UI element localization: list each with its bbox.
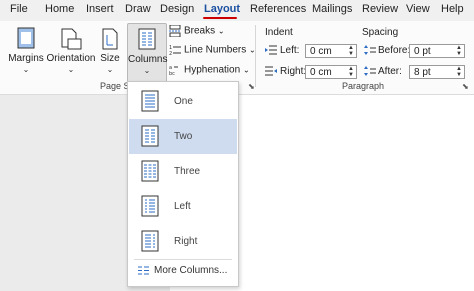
stepper-arrows-icon[interactable]: ▲ ▼ [348,66,354,78]
two-columns-icon [141,125,159,147]
breaks-icon [169,24,181,38]
orientation-button[interactable]: Orientation ⌄ [46,23,96,89]
columns-label: Columns [128,54,168,65]
menu-item-label: One [174,96,193,107]
tab-references[interactable]: References [250,3,306,15]
breaks-button[interactable]: Breaks ⌄ [169,24,225,38]
svg-text:bc: bc [169,71,175,76]
chevron-down-icon: ⌄ [106,65,114,74]
dialog-launcher-icon[interactable]: ⬊ [248,82,255,91]
size-icon [102,28,118,50]
menu-item-one[interactable]: One [129,84,237,119]
dialog-launcher-icon[interactable]: ⬊ [462,82,469,91]
margins-icon [17,27,35,49]
line-numbers-label: Line Numbers [184,44,247,56]
indent-right-label: Right: [280,66,307,77]
ribbon-tab-bar: File Home Insert Draw Design Layout Refe… [0,0,474,20]
spacing-after-label: After: [378,66,402,77]
spacing-after-value: 8 pt [414,67,431,78]
line-numbers-icon: 1 2 [169,45,181,57]
columns-icon [138,28,156,50]
menu-item-right[interactable]: Right [129,224,237,259]
hyphenation-label: Hyphenation [184,64,241,76]
svg-text:2: 2 [169,51,172,56]
menu-item-two[interactable]: Two [129,119,237,154]
chevron-down-icon: ⌄ [67,65,75,74]
line-numbers-button[interactable]: 1 2 Line Numbers ⌄ [169,44,256,57]
hyphenation-icon: a bc [169,65,178,77]
active-tab-indicator [203,17,237,19]
chevron-down-icon: ⌄ [22,65,30,74]
indent-left-value: 0 cm [310,46,332,57]
right-column-icon [141,230,159,252]
margins-button[interactable]: Margins ⌄ [6,23,46,89]
spacing-before-value: 0 pt [414,46,431,57]
breaks-label: Breaks [184,25,216,37]
menu-item-three[interactable]: Three [129,154,237,189]
size-button[interactable]: Size ⌄ [96,23,124,89]
orientation-icon [61,28,82,50]
chevron-down-icon: ⌄ [242,65,250,75]
more-columns-icon [138,266,149,275]
spacing-before-icon [364,45,376,55]
tab-file[interactable]: File [10,3,28,15]
size-label: Size [100,53,120,64]
columns-dropdown-menu: One Two Three Left Right More Columns... [127,81,239,287]
menu-divider [134,259,232,260]
menu-item-label: Right [174,236,198,247]
indent-left-label: Left: [280,45,300,56]
chevron-down-icon: ⌄ [143,66,151,75]
spacing-after-icon [364,66,376,76]
tab-home[interactable]: Home [45,3,74,15]
menu-item-left[interactable]: Left [129,189,237,224]
spacing-title: Spacing [362,27,399,38]
stepper-arrows-icon[interactable]: ▲ ▼ [456,66,462,78]
tab-mailings[interactable]: Mailings [312,3,352,15]
tab-help[interactable]: Help [441,3,464,15]
margins-label: Margins [8,53,44,64]
indent-left-stepper[interactable]: 0 cm ▲ ▼ [305,44,357,58]
spacing-before-stepper[interactable]: 0 pt ▲ ▼ [409,44,465,58]
spacing-before-label: Before: [378,45,411,56]
tab-design[interactable]: Design [160,3,194,15]
tab-draw[interactable]: Draw [125,3,151,15]
tab-review[interactable]: Review [362,3,398,15]
indent-right-stepper[interactable]: 0 cm ▲ ▼ [305,65,357,79]
more-columns-label: More Columns... [154,265,228,276]
page-setup-group-label: Page S [100,81,130,91]
hyphenation-button[interactable]: a bc Hyphenation ⌄ [169,64,250,77]
indent-right-icon [265,66,277,76]
tab-view[interactable]: View [406,3,430,15]
left-column-icon [141,195,159,217]
chevron-down-icon: ⌄ [217,26,225,36]
paragraph-group-label: Paragraph [342,81,385,91]
menu-item-label: Two [174,131,193,142]
orientation-label: Orientation [46,53,96,64]
three-columns-icon [141,160,159,182]
indent-right-value: 0 cm [310,67,332,78]
tab-insert[interactable]: Insert [86,3,114,15]
tab-layout[interactable]: Layout [204,3,240,15]
stepper-arrows-icon[interactable]: ▲ ▼ [456,45,462,57]
stepper-arrows-icon[interactable]: ▲ ▼ [348,45,354,57]
spacing-after-stepper[interactable]: 8 pt ▲ ▼ [409,65,465,79]
group-divider [255,25,256,87]
menu-item-label: Left [174,201,191,212]
one-column-icon [141,90,159,112]
indent-title: Indent [265,27,293,38]
menu-item-label: Three [174,166,201,177]
indent-left-icon [265,45,277,55]
more-columns-item[interactable]: More Columns... [138,265,227,276]
